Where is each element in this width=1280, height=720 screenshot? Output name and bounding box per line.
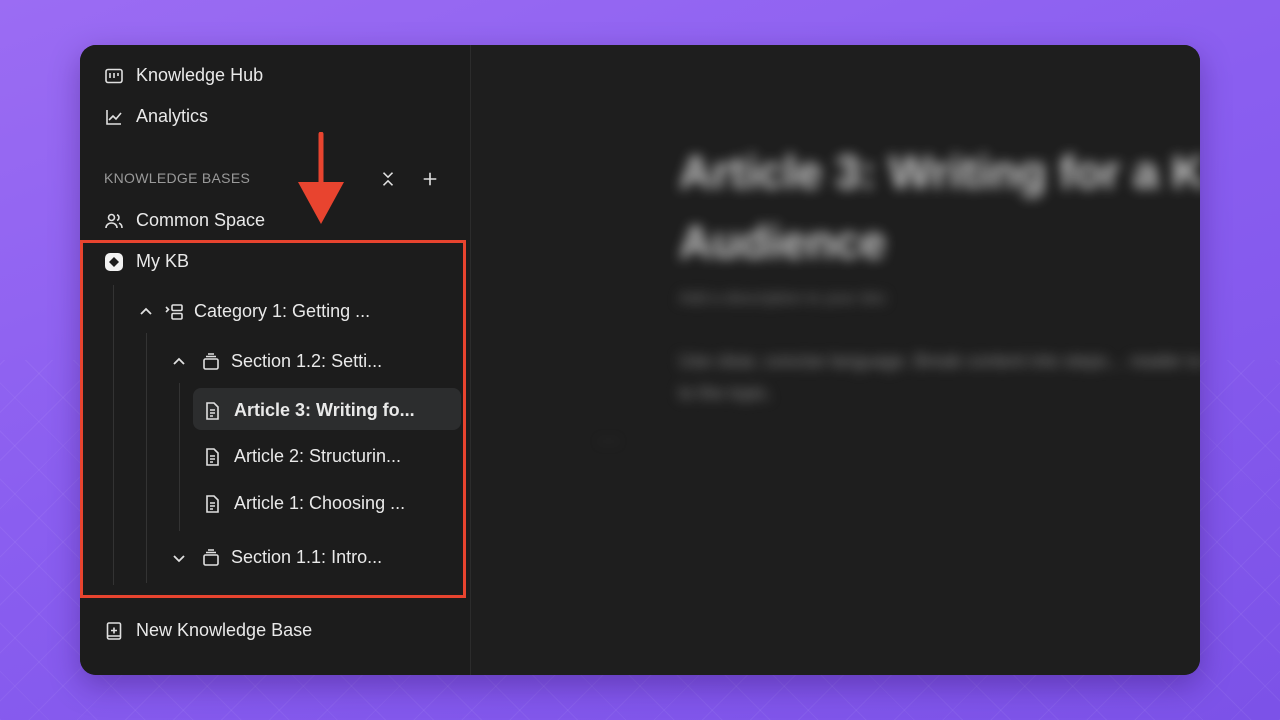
editor-toolbar: · · [599,430,618,452]
new-knowledge-base-button[interactable]: New Knowledge Base [104,620,312,641]
highlight-annotation-box [80,240,466,598]
annotation-arrow-icon [298,132,344,224]
article-title[interactable]: Article 3: Writing for a K… Audience [679,137,1200,277]
nav-analytics[interactable]: Analytics [104,106,208,127]
users-icon [104,211,124,231]
add-knowledge-base-button[interactable] [419,168,441,190]
nav-label: Analytics [136,106,209,126]
article-description[interactable]: Add a description to your doc [679,290,886,308]
collapse-all-button[interactable] [377,168,399,190]
kb-common-space[interactable]: Common Space [104,210,265,231]
new-book-icon [104,621,124,641]
nav-knowledge-hub[interactable]: Knowledge Hub [104,65,263,86]
article-editor: Article 3: Writing for a K… Audience Add… [471,45,1200,675]
article-body[interactable]: Use clear, concise language. Break conte… [679,345,1200,409]
chart-icon [104,107,124,127]
kb-label: Common Space [136,210,266,230]
hub-icon [104,66,124,86]
knowledge-bases-header: KNOWLEDGE BASES [104,170,251,186]
new-kb-label: New Knowledge Base [136,620,313,640]
nav-label: Knowledge Hub [136,65,264,85]
